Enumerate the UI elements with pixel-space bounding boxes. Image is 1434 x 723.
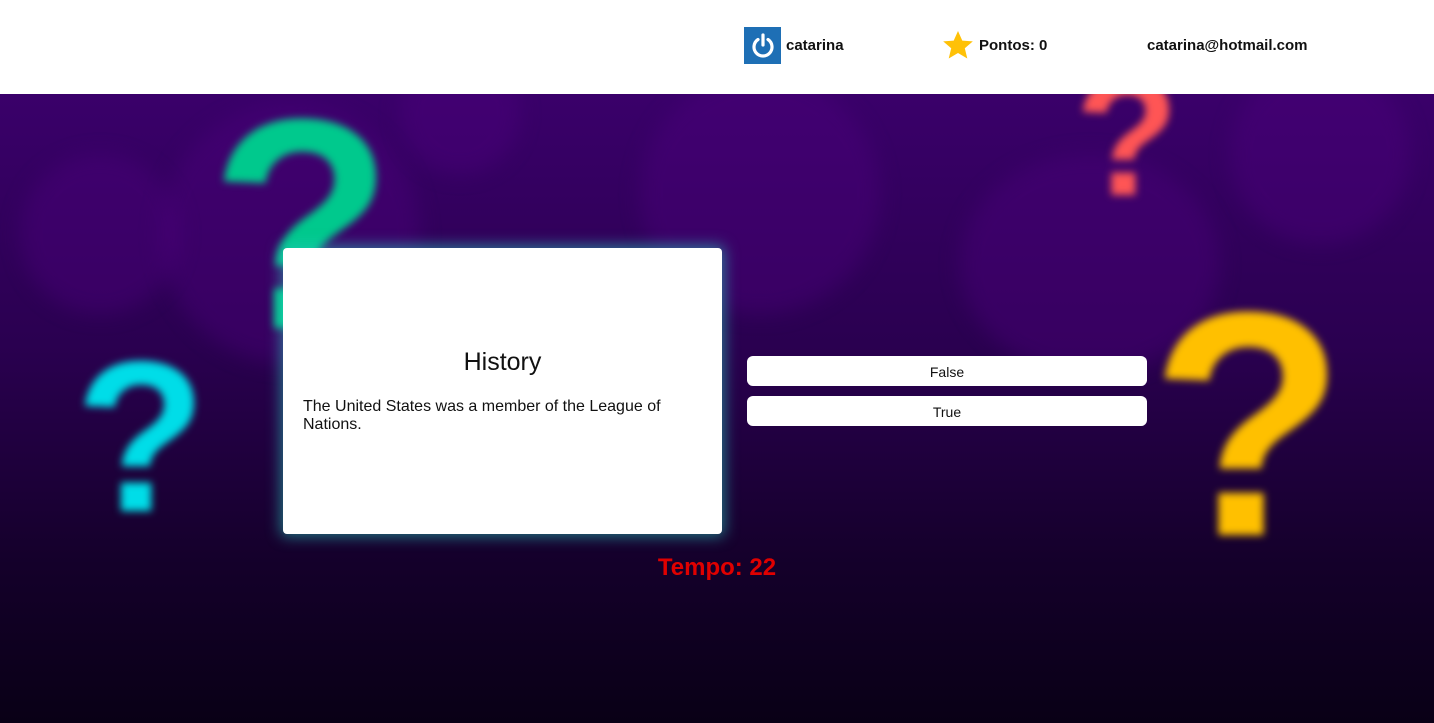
star-icon [943,31,973,59]
question-mark-decoration: ? [1150,245,1346,603]
power-icon [751,32,774,58]
question-card: History The United States was a member o… [283,248,722,534]
user-email: catarina@hotmail.com [1147,37,1308,54]
question-text: The United States was a member of the Le… [303,398,661,433]
answer-list: False True [747,356,1147,436]
timer: Tempo: 22 [657,554,777,581]
user-info: catarina [744,27,844,64]
points-label: Pontos: 0 [979,37,1048,54]
logout-button[interactable] [744,27,781,64]
background-bubble [400,94,520,174]
background-bubble [1230,94,1410,244]
answer-true-button[interactable]: True [747,396,1147,426]
background-bubble [20,154,180,314]
answer-false-button[interactable]: False [747,356,1147,386]
username: catarina [786,37,844,54]
points-display: Pontos: 0 [942,30,1047,61]
question-category: History [463,348,542,376]
question-mark-decoration: ? [1075,94,1179,232]
top-bar: catarina Pontos: 0 catarina@hotmail.com [0,0,1434,94]
game-area: ? ? ? ? History The United States was a … [0,94,1434,723]
question-mark-decoration: ? [75,316,207,557]
